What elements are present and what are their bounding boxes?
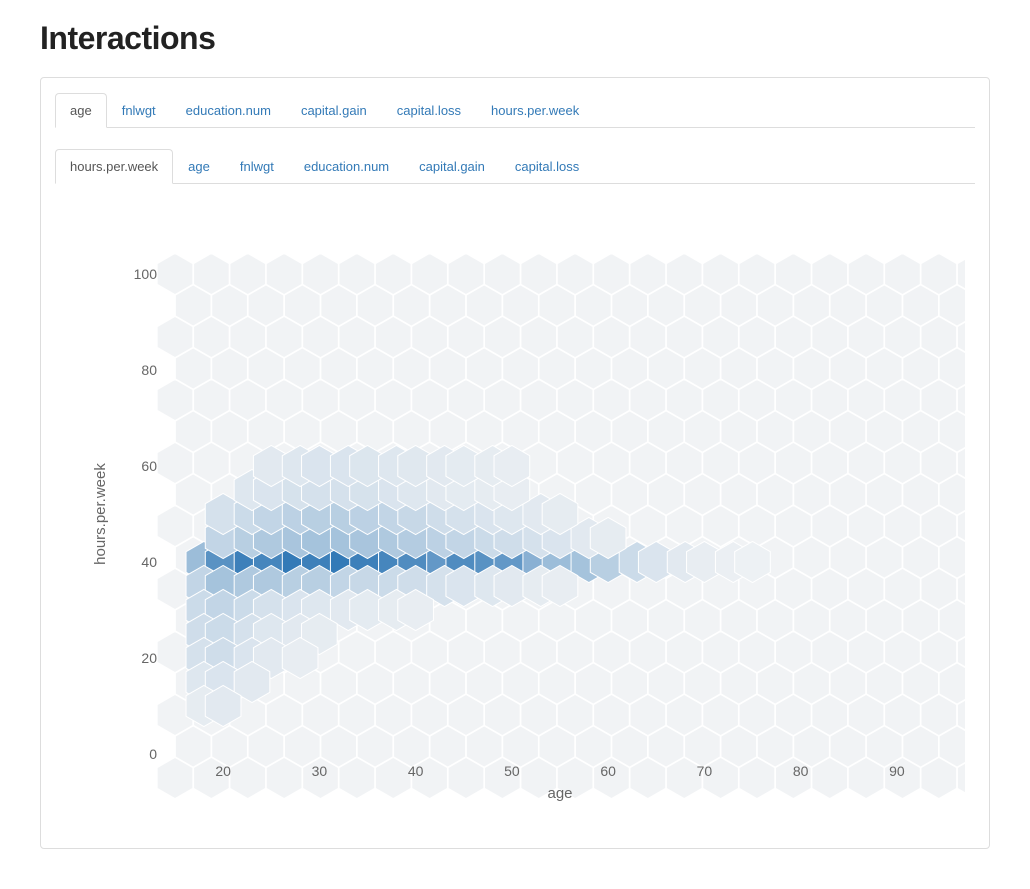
x-tick-label: 70 [697,763,713,779]
page-title: Interactions [40,20,990,57]
inner-tab-age[interactable]: age [173,149,225,184]
x-tick-label: 60 [600,763,616,779]
x-tick-label: 80 [793,763,809,779]
inner-tab-capital-loss[interactable]: capital.loss [500,149,594,184]
outer-tab-education-num[interactable]: education.num [171,93,286,128]
inner-tab-hours-per-week[interactable]: hours.per.week [55,149,173,184]
outer-tab-age[interactable]: age [55,93,107,128]
x-tick-label: 40 [408,763,424,779]
inner-tabs: hours.per.weekagefnlwgteducation.numcapi… [55,148,975,184]
x-axis-label: age [547,785,572,802]
x-tick-label: 90 [889,763,905,779]
y-axis-label: hours.per.week [92,463,109,565]
outer-tabs: agefnlwgteducation.numcapital.gaincapita… [55,92,975,128]
hexbin-chart: 20 30 40 50 60 70 80 90 0 20 40 60 80 100 age hours.per… [55,214,975,834]
x-tick-label: 50 [504,763,520,779]
y-tick-label: 80 [141,362,157,378]
y-tick-label: 60 [141,458,157,474]
outer-tab-capital-gain[interactable]: capital.gain [286,93,382,128]
y-tick-label: 0 [149,746,157,762]
inner-tab-fnlwgt[interactable]: fnlwgt [225,149,289,184]
inner-tab-capital-gain[interactable]: capital.gain [404,149,500,184]
interactions-panel: agefnlwgteducation.numcapital.gaincapita… [40,77,990,849]
x-tick-label: 30 [312,763,328,779]
hexbin-svg: 20 30 40 50 60 70 80 90 0 20 40 60 80 100 age hours.per… [65,234,965,814]
x-tick-label: 20 [215,763,231,779]
y-tick-label: 40 [141,554,157,570]
outer-tab-fnlwgt[interactable]: fnlwgt [107,93,171,128]
outer-tab-hours-per-week[interactable]: hours.per.week [476,93,594,128]
y-tick-label: 100 [134,266,158,282]
outer-tab-capital-loss[interactable]: capital.loss [382,93,476,128]
inner-tab-education-num[interactable]: education.num [289,149,404,184]
inner-tab-wrap: hours.per.weekagefnlwgteducation.numcapi… [55,148,975,834]
y-tick-label: 20 [141,650,157,666]
